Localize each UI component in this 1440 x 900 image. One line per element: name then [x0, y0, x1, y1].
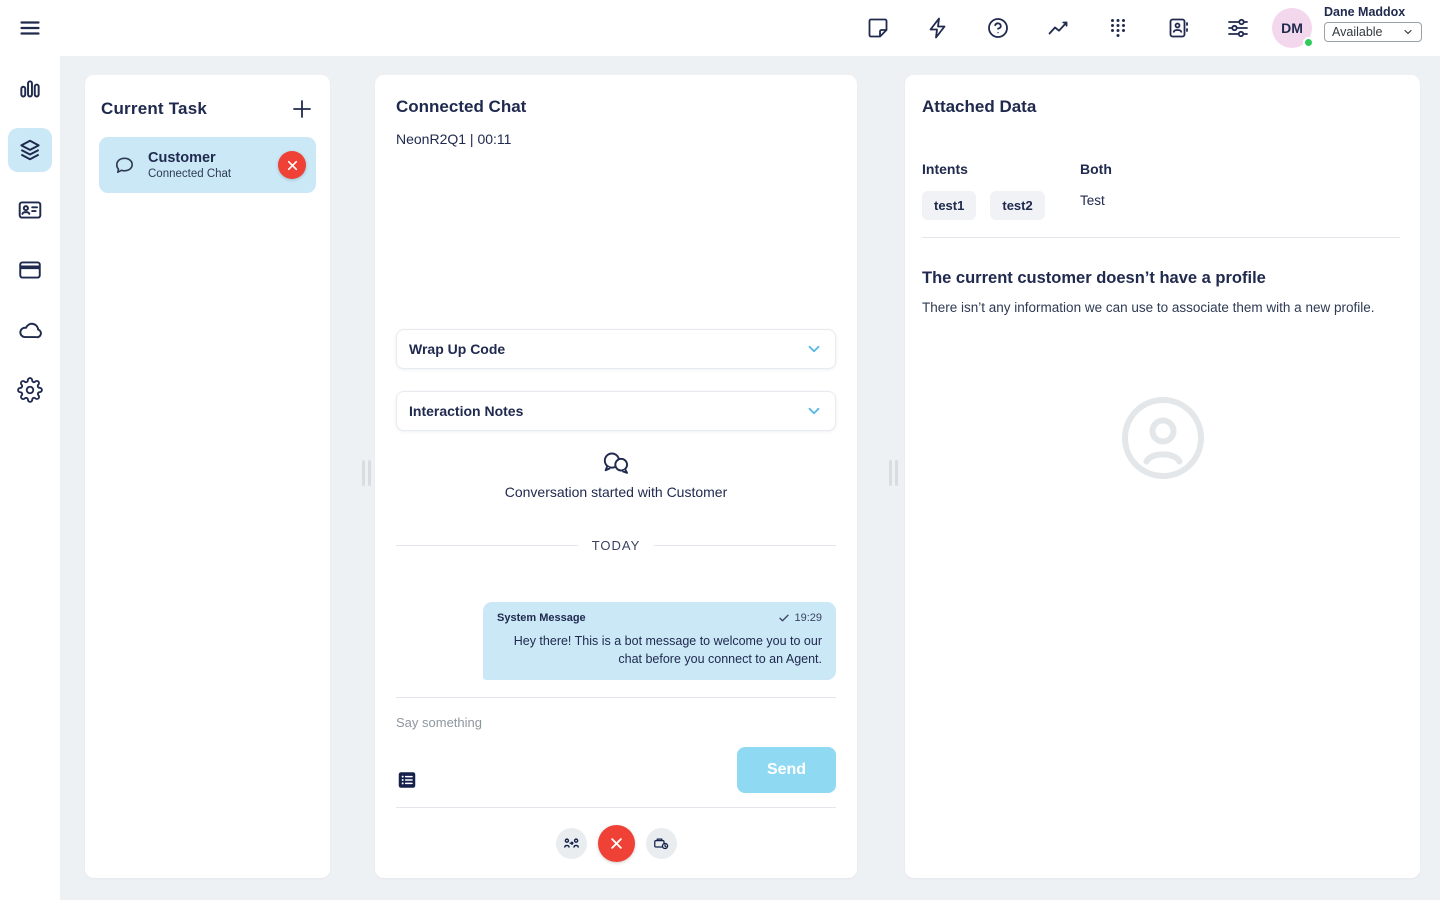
divider — [922, 237, 1400, 238]
sidebar-item-apps[interactable] — [8, 248, 52, 292]
intents-column: Intents test1 test2 — [922, 161, 1045, 220]
close-icon — [286, 159, 299, 172]
window-icon — [17, 257, 43, 283]
main-content: Current Task Customer Connected Chat Con… — [60, 56, 1440, 900]
task-item-customer[interactable]: Customer Connected Chat — [99, 137, 316, 193]
sliders-icon[interactable] — [1226, 16, 1250, 40]
interaction-notes-label: Interaction Notes — [409, 403, 523, 419]
check-icon — [778, 612, 790, 624]
system-message-bubble: System Message 19:29 Hey there! This is … — [483, 602, 836, 680]
bar-chart-icon — [17, 77, 43, 103]
panel-resize-handle[interactable] — [889, 460, 898, 486]
day-divider: TODAY — [396, 538, 836, 553]
line-chart-icon[interactable] — [1046, 16, 1070, 40]
hamburger-menu-icon[interactable] — [18, 16, 42, 40]
chevron-down-icon — [1402, 26, 1414, 38]
no-profile-text: There isn’t any information we can use t… — [922, 298, 1397, 319]
wrap-up-code-label: Wrap Up Code — [409, 341, 505, 357]
wrap-up-code-dropdown[interactable]: Wrap Up Code — [396, 329, 836, 369]
connected-chat-panel: Connected Chat NeonR2Q1 | 00:11 Wrap Up … — [375, 75, 857, 878]
sidebar-item-directory[interactable] — [8, 188, 52, 232]
both-column: Both Test — [1080, 161, 1112, 208]
status-select-value: Available — [1332, 25, 1383, 39]
day-divider-label: TODAY — [592, 538, 641, 553]
cloud-icon — [17, 317, 43, 343]
divider — [396, 697, 836, 698]
avatar[interactable]: DM — [1272, 8, 1312, 48]
intents-label: Intents — [922, 161, 1045, 177]
user-box: DM Dane Maddox Available — [1272, 5, 1422, 48]
recording-button[interactable] — [646, 828, 677, 859]
both-label: Both — [1080, 161, 1112, 177]
intent-chip: test2 — [990, 191, 1044, 220]
interaction-notes-dropdown[interactable]: Interaction Notes — [396, 391, 836, 431]
sidebar-item-settings[interactable] — [8, 368, 52, 412]
list-icon — [396, 769, 418, 791]
attached-data-title: Attached Data — [922, 97, 1036, 117]
attached-data-panel: Attached Data Intents test1 test2 Both T… — [905, 75, 1420, 878]
divider — [396, 807, 836, 808]
add-task-button[interactable] — [290, 97, 314, 121]
layers-icon — [17, 137, 43, 163]
chat-message-input[interactable] — [396, 709, 836, 735]
chat-session-info: NeonR2Q1 | 00:11 — [396, 131, 511, 147]
top-bar: DM Dane Maddox Available — [0, 0, 1440, 56]
message-sender: System Message — [497, 612, 586, 624]
end-chat-button[interactable] — [598, 825, 635, 862]
chevron-down-icon — [805, 402, 823, 420]
intent-chip: test1 — [922, 191, 976, 220]
close-icon — [609, 836, 624, 851]
zap-icon[interactable] — [926, 16, 950, 40]
sidebar-item-cloud[interactable] — [8, 308, 52, 352]
transfer-icon — [563, 835, 580, 852]
message-time: 19:29 — [778, 612, 822, 624]
transfer-button[interactable] — [556, 828, 587, 859]
task-subtitle: Connected Chat — [148, 168, 278, 180]
help-icon[interactable] — [986, 16, 1010, 40]
current-task-title: Current Task — [101, 99, 207, 119]
chat-panel-title: Connected Chat — [396, 97, 526, 117]
chat-action-bar — [375, 825, 857, 862]
conversation-start-banner: Conversation started with Customer — [375, 450, 857, 500]
send-button[interactable]: Send — [737, 747, 836, 793]
conversation-start-text: Conversation started with Customer — [505, 484, 728, 500]
close-task-button[interactable] — [278, 151, 306, 179]
profile-placeholder — [905, 395, 1420, 481]
chat-bubbles-icon — [601, 450, 631, 478]
message-text: Hey there! This is a bot message to welc… — [497, 632, 822, 668]
sidebar-item-reports[interactable] — [8, 68, 52, 112]
sidebar-item-interactions[interactable] — [8, 128, 52, 172]
note-icon[interactable] — [866, 16, 890, 40]
dialpad-icon[interactable] — [1106, 16, 1130, 40]
avatar-initials: DM — [1281, 20, 1303, 36]
no-profile-title: The current customer doesn’t have a prof… — [922, 269, 1266, 288]
id-card-icon — [17, 197, 43, 223]
user-name: Dane Maddox — [1324, 5, 1422, 19]
user-circle-icon — [1120, 395, 1206, 481]
current-task-panel: Current Task Customer Connected Chat — [85, 75, 330, 878]
panel-resize-handle[interactable] — [362, 460, 371, 486]
task-title: Customer — [148, 150, 278, 166]
status-select[interactable]: Available — [1324, 22, 1422, 42]
chat-bubble-icon — [113, 154, 136, 177]
contact-book-icon[interactable] — [1166, 16, 1190, 40]
canned-replies-button[interactable] — [396, 769, 418, 791]
topbar-icon-row — [866, 0, 1250, 56]
gear-icon — [17, 377, 43, 403]
both-value: Test — [1080, 193, 1112, 208]
left-navigation-rail — [0, 56, 60, 900]
status-dot — [1303, 37, 1314, 48]
chevron-down-icon — [805, 340, 823, 358]
recording-icon — [653, 835, 670, 852]
